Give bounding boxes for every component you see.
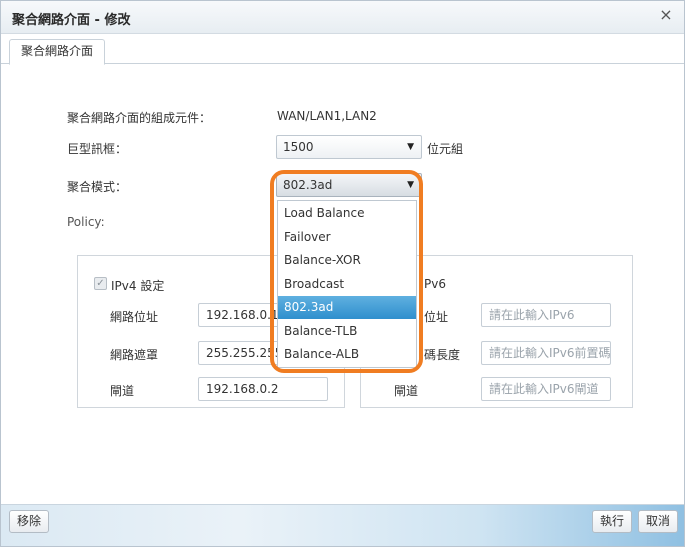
- ipv4-netmask-label: 網路遮罩: [110, 348, 159, 362]
- policy-label: Policy:: [67, 215, 105, 229]
- jumbo-frame-select[interactable]: 1500 ▼: [276, 135, 422, 159]
- ipv6-prefix-input[interactable]: 請在此輸入IPv6前置碼長度: [481, 341, 611, 365]
- ipv4-checkbox[interactable]: ✓: [94, 277, 107, 290]
- chevron-down-icon: ▼: [407, 142, 414, 152]
- members-value: WAN/LAN1,LAN2: [277, 109, 377, 123]
- cancel-button[interactable]: 取消: [638, 510, 679, 533]
- tab-strip: 聚合網路介面: [1, 34, 684, 65]
- ipv4-checkbox-label: IPv4 設定: [111, 279, 165, 293]
- aggregation-mode-dropdown: Load Balance Failover Balance-XOR Broadcast…: [277, 200, 417, 368]
- ipv4-gateway-input[interactable]: 192.168.0.2: [198, 377, 328, 401]
- dropdown-option[interactable]: Balance-ALB: [278, 343, 416, 366]
- chevron-down-icon: ▼: [407, 180, 414, 190]
- dropdown-option[interactable]: 802.3ad: [278, 296, 416, 319]
- apply-button[interactable]: 執行: [592, 510, 633, 533]
- dropdown-option[interactable]: Broadcast: [278, 273, 416, 296]
- dropdown-option[interactable]: Load Balance: [278, 202, 416, 225]
- ipv6-prefix-label: 碼長度: [424, 348, 461, 362]
- ipv6-gateway-input[interactable]: 請在此輸入IPv6閘道: [481, 377, 611, 401]
- members-label: 聚合網路介面的組成元件：: [67, 111, 212, 125]
- close-icon[interactable]: ×: [658, 7, 674, 23]
- aggregation-mode-value: 802.3ad: [283, 178, 333, 192]
- aggregation-mode-label: 聚合模式：: [67, 180, 128, 194]
- ipv6-title: Pv6: [424, 277, 446, 291]
- dialog-footer: 移除 執行 取消: [1, 504, 684, 546]
- dialog-title: 聚合網路介面 - 修改: [12, 13, 131, 28]
- remove-button[interactable]: 移除: [9, 510, 50, 533]
- jumbo-frame-label: 巨型訊框：: [67, 142, 128, 156]
- ipv4-gateway-label: 閘道: [110, 384, 135, 398]
- dropdown-option[interactable]: Balance-XOR: [278, 249, 416, 272]
- ipv6-address-label: 位址: [424, 310, 449, 324]
- edit-aggregation-dialog: 聚合網路介面 - 修改 × 聚合網路介面 聚合網路介面的組成元件： WAN/LA…: [0, 0, 685, 547]
- aggregation-mode-select[interactable]: 802.3ad ▼: [276, 173, 422, 197]
- ipv4-address-label: 網路位址: [110, 310, 159, 324]
- dialog-titlebar: 聚合網路介面 - 修改 ×: [1, 1, 684, 34]
- tab-aggregation[interactable]: 聚合網路介面: [9, 39, 106, 65]
- ipv6-gateway-label: 閘道: [394, 384, 419, 398]
- jumbo-frame-value: 1500: [283, 140, 314, 154]
- dropdown-option[interactable]: Failover: [278, 226, 416, 249]
- ipv6-address-input[interactable]: 請在此輸入IPv6: [481, 303, 611, 327]
- dropdown-option[interactable]: Balance-TLB: [278, 320, 416, 343]
- jumbo-frame-unit: 位元組: [427, 142, 464, 156]
